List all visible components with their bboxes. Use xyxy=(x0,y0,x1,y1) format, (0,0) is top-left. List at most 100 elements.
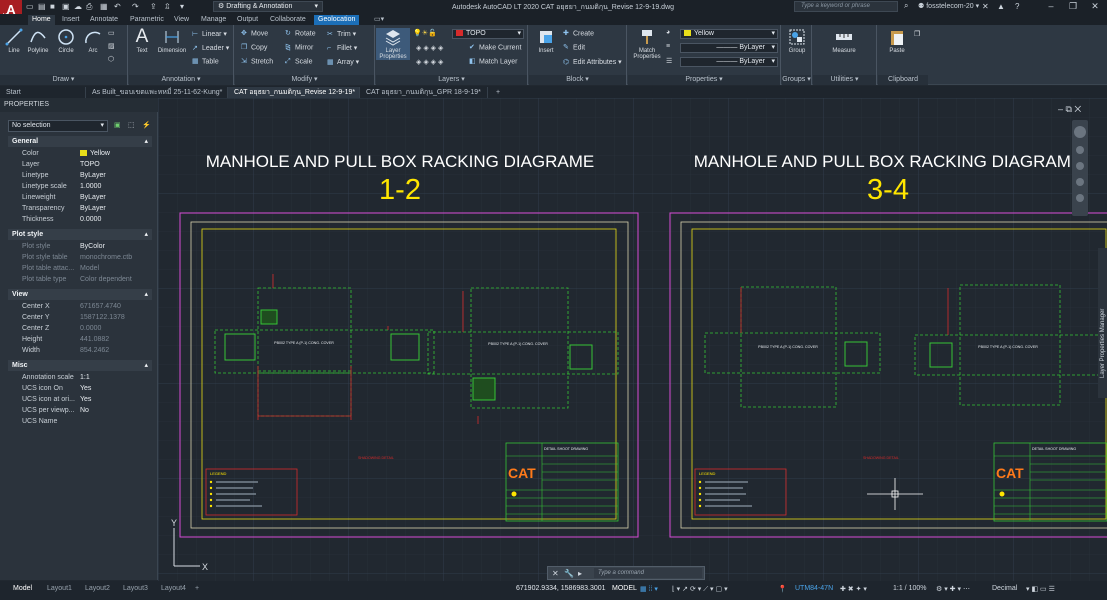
utilities-panel-title[interactable]: Utilities ▾ xyxy=(813,75,876,85)
circle-tool[interactable]: Circle xyxy=(54,28,78,54)
geolocation-pin-icon[interactable]: 📍 xyxy=(778,585,787,593)
redo-icon[interactable]: ↷ xyxy=(132,2,139,11)
property-row[interactable]: UCS icon On Yes xyxy=(8,383,152,394)
command-input[interactable]: Type a command xyxy=(594,568,702,578)
search-input[interactable]: Type a keyword or phrase xyxy=(794,1,898,12)
layer-properties-manager-tab[interactable]: Layer Properties Manager xyxy=(1098,248,1107,398)
tab-layout2[interactable]: Layout2 xyxy=(80,584,115,594)
layer-tools-row2[interactable]: ◈ ◈ ◈ ◈ xyxy=(416,58,443,66)
toggle-pickadd-icon[interactable]: ▣ xyxy=(114,121,121,129)
save-icon[interactable]: ■ xyxy=(50,2,55,11)
layer-properties-tool[interactable]: Layer Properties xyxy=(376,28,410,60)
mirror-tool[interactable]: ⧎ Mirror xyxy=(285,44,313,51)
property-row[interactable]: Linetype ByLayer xyxy=(8,170,152,181)
move-tool[interactable]: ✥ Move xyxy=(241,30,268,37)
property-row[interactable]: Width 854.2462 xyxy=(8,345,152,356)
linetype-select[interactable]: ——— ByLayer ▾ xyxy=(680,43,778,53)
draw-more-icon[interactable]: ⬡ xyxy=(108,55,114,63)
tab-geolocation[interactable]: Geolocation xyxy=(314,15,360,25)
tab-insert[interactable]: Insert xyxy=(58,15,84,25)
qat-more-icon[interactable]: ▾ xyxy=(180,2,184,11)
color-select[interactable]: Yellow ▾ xyxy=(680,29,778,39)
match-properties-tool[interactable]: Match Properties xyxy=(630,28,664,60)
tab-layout3[interactable]: Layout3 xyxy=(118,584,153,594)
text-tool[interactable]: A Text xyxy=(131,27,153,54)
tab-parametric[interactable]: Parametric xyxy=(126,15,168,25)
property-row[interactable]: Lineweight ByLayer xyxy=(8,192,152,203)
section-misc[interactable]: Misc ▴ xyxy=(8,360,152,371)
print-icon[interactable]: ⎙ xyxy=(86,2,92,12)
workspace-select[interactable]: ⚙ Drafting & Annotation ▾ xyxy=(213,1,323,12)
layer-state-icons[interactable]: 💡☀🔓 xyxy=(413,29,437,37)
edit-attributes-tool[interactable]: ⌬ Edit Attributes ▾ xyxy=(563,58,622,66)
doc-tab-asbuilt[interactable]: As Built_ขอบเขตแพะหหมื่ 25-11-62-Kung* xyxy=(86,87,228,98)
tab-home[interactable]: Home xyxy=(28,15,55,25)
annotation-scale-button[interactable]: 1:1 / 100% xyxy=(893,585,926,592)
property-row[interactable]: Layer TOPO xyxy=(8,159,152,170)
property-row[interactable]: UCS icon at ori... Yes xyxy=(8,394,152,405)
draw-panel-title[interactable]: Draw ▾ xyxy=(0,75,127,85)
drawing-svg[interactable]: MANHOLE AND PULL BOX RACKING DIAGRAME 1-… xyxy=(158,98,1107,581)
section-general[interactable]: General ▴ xyxy=(8,136,152,147)
tab-layout1[interactable]: Layout1 xyxy=(42,584,77,594)
insert-tool[interactable]: Insert xyxy=(533,28,559,54)
tab-annotate[interactable]: Annotate xyxy=(86,15,122,25)
fillet-tool[interactable]: ⌐ Fillet ▾ xyxy=(327,44,357,52)
leader-tool[interactable]: ↗ Leader ▾ xyxy=(192,44,229,52)
viewport-controls[interactable]: – ⧉ ✕ xyxy=(1058,104,1081,114)
property-row[interactable]: Plot table type Color dependent xyxy=(8,274,152,285)
layers-panel-title[interactable]: Layers ▾ xyxy=(376,75,527,85)
open-icon[interactable]: ▤ xyxy=(38,2,46,11)
annotation-icons[interactable]: ✚ ✖ ✦ ▾ xyxy=(840,585,867,593)
property-row[interactable]: Transparency ByLayer xyxy=(8,203,152,214)
match-layer-tool[interactable]: ◧ Match Layer xyxy=(469,58,518,65)
tab-view[interactable]: View xyxy=(170,15,193,25)
help-icon[interactable]: ? xyxy=(1015,2,1019,11)
tab-manage[interactable]: Manage xyxy=(197,15,230,25)
property-row[interactable]: Linetype scale 1.0000 xyxy=(8,181,152,192)
search-icon[interactable]: ⌕ xyxy=(904,1,908,11)
color-wheel-icon[interactable]: ◕ xyxy=(666,29,670,36)
restore-button[interactable]: ❐ xyxy=(1062,0,1084,14)
paste-tool[interactable]: Paste xyxy=(884,28,910,54)
selection-select[interactable]: No selection ▾ xyxy=(8,120,108,132)
cloud-icon[interactable]: ☁ xyxy=(74,2,82,11)
property-row[interactable]: Color Yellow xyxy=(8,148,152,159)
linear-dim-tool[interactable]: ⊢ Linear ▾ xyxy=(192,30,227,38)
doc-tab-start[interactable]: Start xyxy=(0,87,86,98)
array-tool[interactable]: ▦ Array ▾ xyxy=(327,58,359,66)
copy-tool[interactable]: ❐ Copy xyxy=(241,44,267,51)
rectangle-tool[interactable]: ▭ xyxy=(108,29,115,37)
modify-panel-title[interactable]: Modify ▾ xyxy=(235,75,374,85)
tab-output[interactable]: Output xyxy=(233,15,262,25)
table-tool[interactable]: ▦ Table xyxy=(192,58,219,65)
quick-select-icon[interactable]: ⚡ xyxy=(142,121,151,129)
property-row[interactable]: Height 441.0882 xyxy=(8,334,152,345)
property-row[interactable]: Center Y 1587122.1378 xyxy=(8,312,152,323)
doc-tab-gpr[interactable]: CAT อยุธยา_กนมติกุน_GPR 18-9-19* xyxy=(360,87,488,98)
model-space-button[interactable]: MODEL xyxy=(612,585,637,592)
collapse-icon[interactable]: ▴ xyxy=(144,289,148,300)
units-button[interactable]: Decimal xyxy=(992,585,1017,592)
properties-panel-title[interactable]: Properties ▾ xyxy=(628,75,780,85)
measure-tool[interactable]: Measure xyxy=(827,28,861,54)
polyline-tool[interactable]: Polyline xyxy=(25,28,51,54)
property-row[interactable]: Thickness 0.0000 xyxy=(8,214,152,225)
edit-block-tool[interactable]: ✎ Edit xyxy=(563,44,585,51)
layer-tools-row1[interactable]: ◈ ◈ ◈ ◈ xyxy=(416,44,443,52)
saveas-icon[interactable]: ▣ xyxy=(62,2,70,11)
groups-panel-title[interactable]: Groups ▾ xyxy=(782,75,811,85)
trim-tool[interactable]: ✂ Trim ▾ xyxy=(327,30,356,38)
wrench-icon[interactable]: 🔧 xyxy=(564,569,574,578)
property-row[interactable]: Annotation scale 1:1 xyxy=(8,372,152,383)
property-row[interactable]: Plot style ByColor xyxy=(8,241,152,252)
navigation-bar[interactable] xyxy=(1072,120,1088,216)
property-row[interactable]: UCS per viewp... No xyxy=(8,405,152,416)
line-tool[interactable]: Line xyxy=(3,28,25,54)
cmd-history-icon[interactable]: ▸ xyxy=(578,569,582,578)
collapse-icon[interactable]: ▴ xyxy=(144,229,148,240)
snap-icons[interactable]: ⌊ ▾ ↗ ⟳ ▾ ⟋ ▾ ▢ ▾ xyxy=(672,585,728,594)
property-row[interactable]: Plot table attac... Model xyxy=(8,263,152,274)
rotate-tool[interactable]: ↻ Rotate xyxy=(285,30,316,37)
annotation-panel-title[interactable]: Annotation ▾ xyxy=(129,75,233,85)
